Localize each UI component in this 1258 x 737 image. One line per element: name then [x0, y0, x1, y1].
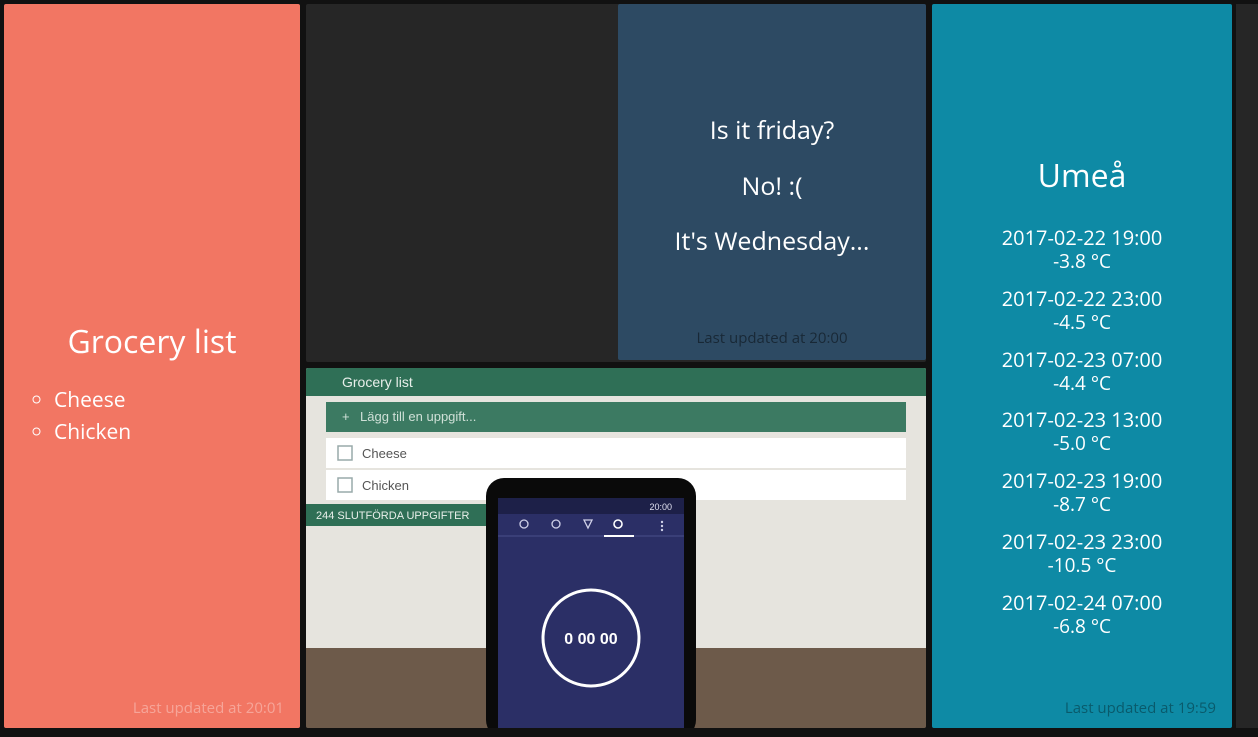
friday-answer: No! :(: [618, 168, 926, 206]
forecast-entry: 2017-02-23 07:00 -4.4 °C: [932, 347, 1232, 396]
forecast-entry: 2017-02-23 23:00 -10.5 °C: [932, 529, 1232, 578]
more-icon: [661, 521, 663, 523]
forecast-datetime: 2017-02-22 19:00: [932, 225, 1232, 250]
photo-add-task: Lägg till en uppgift...: [360, 409, 476, 424]
phone-status-time: 20:00: [649, 502, 672, 512]
list-item: Chicken: [54, 417, 282, 449]
forecast-entry: 2017-02-24 07:00 -6.8 °C: [932, 590, 1232, 639]
friday-card: Is it friday? No! :( It's Wednesday... L…: [618, 4, 926, 360]
grocery-items: Cheese Chicken: [22, 385, 282, 448]
grocery-title: Grocery list: [22, 320, 282, 363]
forecast-temp: -4.5 °C: [932, 311, 1232, 335]
weather-location: Umeå: [932, 154, 1232, 197]
forecast-datetime: 2017-02-23 19:00: [932, 468, 1232, 493]
plus-icon: +: [342, 409, 350, 424]
demo-photo: Grocery list + Lägg till en uppgift... C…: [306, 368, 926, 728]
forecast-temp: -4.4 °C: [932, 372, 1232, 396]
forecast-entry: 2017-02-23 13:00 -5.0 °C: [932, 407, 1232, 456]
dark-panel: [1236, 4, 1258, 728]
photo-row-chicken: Chicken: [362, 478, 409, 493]
friday-day: It's Wednesday...: [618, 223, 926, 261]
photo-row-cheese: Cheese: [362, 446, 407, 461]
forecast-entry: 2017-02-23 19:00 -8.7 °C: [932, 468, 1232, 517]
photo-completed: 244 SLUTFÖRDA UPPGIFTER: [316, 510, 469, 522]
list-item: Cheese: [54, 385, 282, 417]
forecast-temp: -8.7 °C: [932, 493, 1232, 517]
timer-value: 0 00 00: [564, 631, 617, 648]
forecast-temp: -3.8 °C: [932, 250, 1232, 274]
forecast-entry: 2017-02-22 23:00 -4.5 °C: [932, 286, 1232, 335]
forecast-temp: -5.0 °C: [932, 432, 1232, 456]
weather-forecast: 2017-02-22 19:00 -3.8 °C 2017-02-22 23:0…: [932, 225, 1232, 638]
weather-card: Umeå 2017-02-22 19:00 -3.8 °C 2017-02-22…: [932, 4, 1232, 728]
forecast-datetime: 2017-02-23 13:00: [932, 407, 1232, 432]
grocery-updated: Last updated at 20:01: [133, 698, 284, 718]
weather-updated: Last updated at 19:59: [1065, 698, 1216, 718]
forecast-entry: 2017-02-22 19:00 -3.8 °C: [932, 225, 1232, 274]
friday-updated: Last updated at 20:00: [618, 328, 926, 348]
photo-app-title: Grocery list: [342, 374, 413, 390]
forecast-datetime: 2017-02-22 23:00: [932, 286, 1232, 311]
forecast-datetime: 2017-02-23 07:00: [932, 347, 1232, 372]
forecast-datetime: 2017-02-23 23:00: [932, 529, 1232, 554]
grocery-card: Grocery list Cheese Chicken Last updated…: [4, 4, 300, 728]
forecast-temp: -6.8 °C: [932, 615, 1232, 639]
forecast-datetime: 2017-02-24 07:00: [932, 590, 1232, 615]
friday-question: Is it friday?: [618, 112, 926, 150]
forecast-temp: -10.5 °C: [932, 554, 1232, 578]
